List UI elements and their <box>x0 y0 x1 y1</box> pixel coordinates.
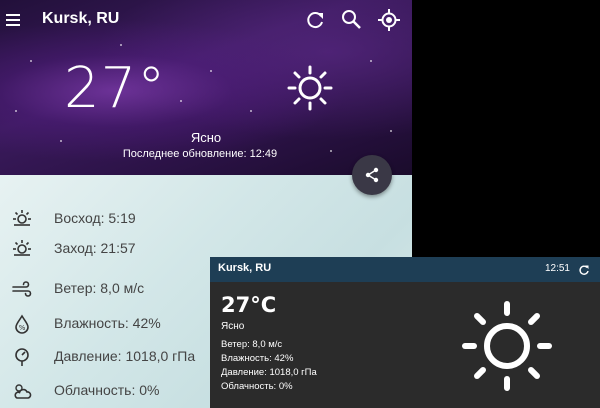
wind-icon <box>12 279 32 299</box>
sunrise-icon <box>12 209 32 229</box>
widget-cloudiness-text: Облачность: 0% <box>221 381 293 392</box>
widget-description: Ясно <box>221 321 245 332</box>
widget-pressure-text: Давление: 1018,0 гПа <box>221 367 317 378</box>
weather-header: Kursk, RU 27° Ясно Последнее обновление:… <box>0 0 412 175</box>
sunset-text: Заход: 21:57 <box>54 240 136 256</box>
star-decoration <box>180 100 182 102</box>
star-decoration <box>370 60 372 62</box>
share-button[interactable] <box>352 155 392 195</box>
pressure-text: Давление: 1018,0 гПа <box>54 348 196 364</box>
cloudiness-icon <box>12 381 32 401</box>
weather-description: Ясно <box>190 130 222 145</box>
wind-text: Ветер: 8,0 м/с <box>54 280 145 296</box>
widget-city-name: Kursk, RU <box>218 262 272 274</box>
star-decoration <box>210 70 212 72</box>
star-decoration <box>15 110 17 112</box>
star-decoration <box>30 60 32 62</box>
widget-wind-text: Ветер: 8,0 м/с <box>221 339 283 350</box>
my-location-icon[interactable] <box>377 8 401 32</box>
refresh-icon[interactable] <box>304 8 328 32</box>
widget-time: 12:51 <box>544 263 570 274</box>
widget-humidity-text: Влажность: 42% <box>221 353 294 364</box>
star-decoration <box>120 44 122 46</box>
svg-text:%: % <box>19 324 26 332</box>
current-temperature: 27° <box>64 56 167 121</box>
toolbar: Kursk, RU <box>0 0 412 40</box>
sunrise-text: Восход: 5:19 <box>54 210 136 226</box>
refresh-icon[interactable] <box>578 263 590 275</box>
humidity-text: Влажность: 42% <box>54 315 161 331</box>
widget-temperature: 27°C <box>221 293 277 317</box>
sunset-icon <box>12 239 32 259</box>
home-screen-widget[interactable]: Kursk, RU 12:51 27°C Ясно Ветер: 8,0 м/с… <box>210 257 600 408</box>
pressure-icon <box>12 347 32 367</box>
clear-sun-icon <box>460 299 554 393</box>
search-icon[interactable] <box>340 8 364 32</box>
star-decoration <box>250 110 252 112</box>
last-update-text: Последнее обновление: 12:49 <box>122 148 278 160</box>
clear-sun-icon <box>286 64 334 112</box>
cloudiness-text: Облачность: 0% <box>54 382 160 398</box>
detail-row-sunrise: Восход: 5:19 <box>0 203 412 235</box>
share-icon <box>365 167 379 183</box>
menu-icon[interactable] <box>4 8 28 32</box>
humidity-icon: % <box>12 314 32 334</box>
city-name: Kursk, RU <box>42 10 120 27</box>
widget-title-bar: Kursk, RU 12:51 <box>210 257 600 282</box>
